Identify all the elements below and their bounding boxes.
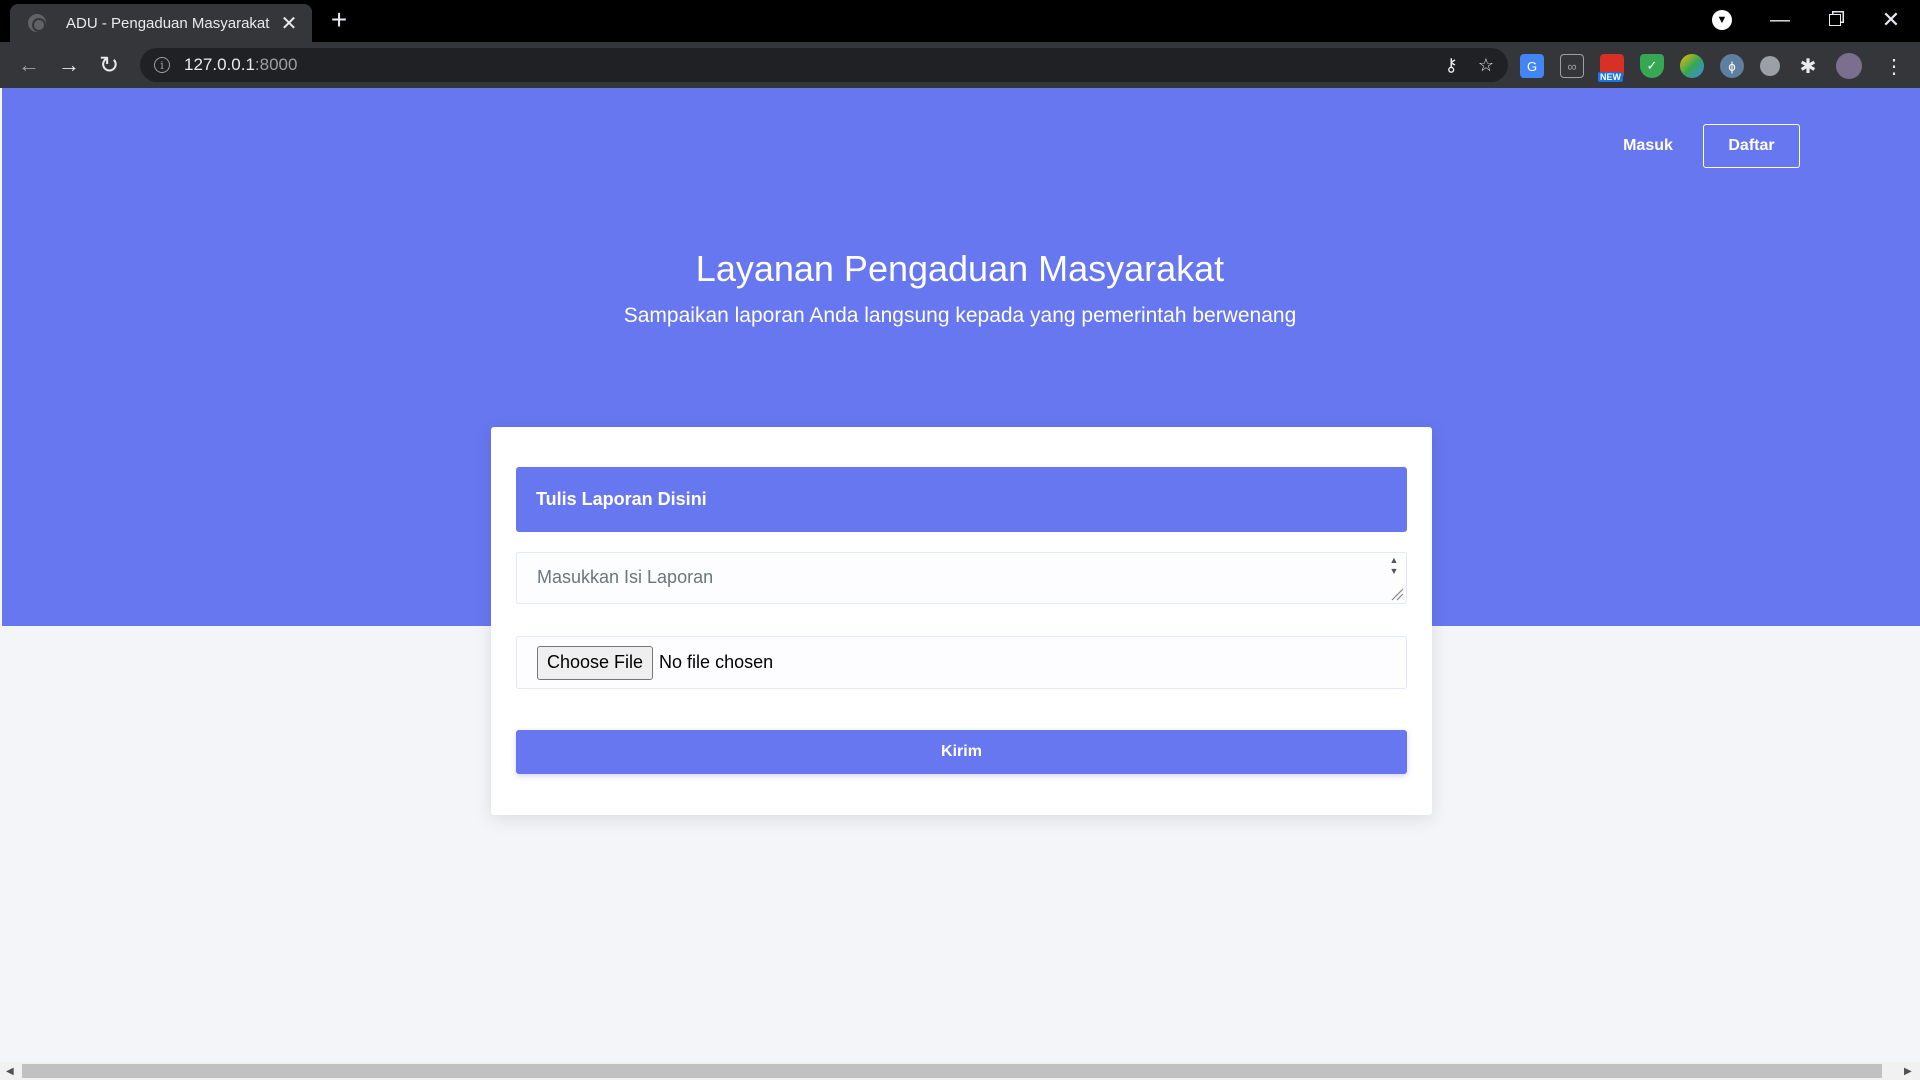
- restore-icon: [1829, 14, 1841, 26]
- textarea-scroll-arrows[interactable]: ▲ ▼: [1384, 555, 1404, 577]
- translate-extension-icon[interactable]: G: [1520, 54, 1544, 78]
- key-icon[interactable]: ⚷: [1445, 55, 1458, 76]
- reader-extension-icon[interactable]: ∞: [1560, 54, 1584, 78]
- url-port: :8000: [254, 55, 298, 74]
- circle-extension-icon[interactable]: [1760, 56, 1780, 76]
- forward-button[interactable]: →: [54, 50, 84, 80]
- tab-title: ADU - Pengaduan Masyarakat: [66, 14, 270, 32]
- address-bar[interactable]: i 127.0.0.1 :8000 ⚷ ☆: [140, 48, 1508, 82]
- url-host: 127.0.0.1: [184, 55, 255, 74]
- info-icon[interactable]: i: [154, 57, 170, 73]
- restore-button[interactable]: [1820, 6, 1850, 34]
- browser-menu-icon[interactable]: ⋮: [1884, 54, 1904, 79]
- report-textarea-wrapper: ▲▼: [516, 552, 1407, 604]
- extensions-row: G ∞ NEW ✓ ϕ ✱: [1520, 53, 1862, 82]
- minimize-button[interactable]: —: [1765, 6, 1795, 34]
- report-form-card: Tulis Laporan Disini ▲▼ Choose File No f…: [491, 427, 1432, 815]
- tab-close-icon[interactable]: ✕: [278, 12, 300, 35]
- file-status-text: No file chosen: [659, 652, 774, 672]
- shield-extension-icon[interactable]: ✓: [1640, 54, 1664, 78]
- profile-avatar[interactable]: [1836, 53, 1862, 79]
- globe-icon: [28, 14, 46, 32]
- page-title: Layanan Pengaduan Masyarakat: [695, 248, 1225, 289]
- report-content-input[interactable]: [517, 553, 1406, 603]
- reload-button[interactable]: ↻: [94, 50, 124, 80]
- puzzle-extensions-icon[interactable]: ✱: [1796, 54, 1820, 78]
- login-link[interactable]: Masuk: [1606, 124, 1690, 168]
- new-tab-button[interactable]: +: [326, 6, 352, 34]
- scrollbar-thumb[interactable]: [22, 1064, 1882, 1078]
- leaf-extension-icon[interactable]: ϕ: [1720, 54, 1744, 78]
- file-upload-field: Choose File No file chosen: [516, 636, 1407, 689]
- form-header: Tulis Laporan Disini: [516, 467, 1407, 532]
- horizontal-scrollbar[interactable]: ◀ ▶: [0, 1062, 1920, 1080]
- tab-search-button[interactable]: ▼: [1710, 6, 1734, 34]
- page-subtitle: Sampaikan laporan Anda langsung kepada y…: [623, 304, 1297, 327]
- browser-tab-strip: ADU - Pengaduan Masyarakat ✕ + ▼ — ✕: [0, 0, 1920, 42]
- chevron-down-icon: ▼: [1712, 10, 1732, 30]
- register-button[interactable]: Daftar: [1703, 124, 1800, 168]
- scroll-up-icon[interactable]: ▲: [1390, 555, 1399, 566]
- colorful-extension-icon[interactable]: [1680, 54, 1704, 78]
- back-button[interactable]: ←: [14, 50, 44, 80]
- bookmark-star-icon[interactable]: ☆: [1478, 55, 1494, 76]
- resize-grip-icon[interactable]: [1388, 585, 1404, 601]
- scroll-left-icon[interactable]: ◀: [6, 1066, 14, 1077]
- submit-button[interactable]: Kirim: [516, 730, 1407, 774]
- choose-file-button[interactable]: Choose File: [537, 645, 654, 680]
- scroll-down-icon[interactable]: ▼: [1390, 566, 1399, 577]
- scroll-right-icon[interactable]: ▶: [1904, 1066, 1912, 1077]
- close-window-button[interactable]: ✕: [1876, 6, 1906, 34]
- new-extension-icon[interactable]: NEW: [1598, 54, 1624, 82]
- browser-toolbar: ← → ↻ i 127.0.0.1 :8000 ⚷ ☆ G ∞ NEW ✓ ϕ …: [0, 42, 1920, 88]
- browser-tab[interactable]: ADU - Pengaduan Masyarakat ✕: [10, 4, 312, 42]
